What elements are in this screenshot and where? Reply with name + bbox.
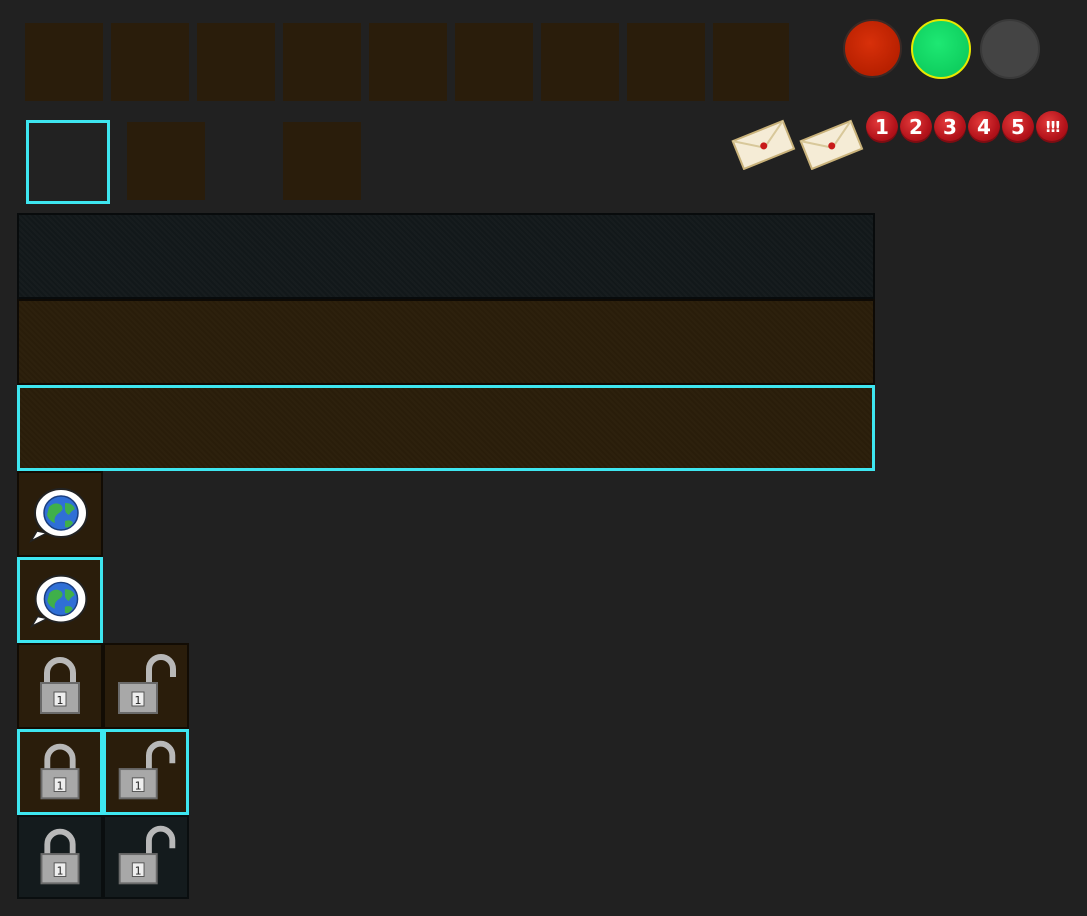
lock-cell-open-selected[interactable]: 1: [103, 729, 189, 815]
grey-light-icon[interactable]: [980, 19, 1040, 79]
svg-text:1: 1: [57, 865, 64, 878]
badge-1[interactable]: 1: [866, 111, 898, 143]
inventory-slot-5[interactable]: [369, 23, 447, 101]
lock-cell-closed-teal[interactable]: 1: [17, 815, 103, 899]
badge-urgent[interactable]: !!!: [1036, 111, 1068, 143]
badge-5[interactable]: 5: [1002, 111, 1034, 143]
lock-cell-closed[interactable]: 1: [17, 643, 103, 729]
lock-open-icon: 1: [118, 654, 176, 714]
badge-2[interactable]: 2: [900, 111, 932, 143]
red-light-icon[interactable]: [843, 19, 902, 78]
lock-cell-closed-selected[interactable]: 1: [17, 729, 103, 815]
badge-3[interactable]: 3: [934, 111, 966, 143]
badge-4[interactable]: 4: [968, 111, 1000, 143]
inventory-slot-1[interactable]: [25, 23, 103, 101]
svg-text:1: 1: [135, 865, 142, 878]
lock-cell-open[interactable]: 1: [103, 643, 189, 729]
green-light-icon[interactable]: [911, 19, 971, 79]
inventory-slot-2[interactable]: [111, 23, 189, 101]
priority-badges: 1 2 3 4 5 !!!: [866, 111, 1076, 145]
panel-brown-selected[interactable]: [17, 385, 875, 471]
inventory-slot-6[interactable]: [455, 23, 533, 101]
inventory-slot-9[interactable]: [713, 23, 789, 101]
svg-text:1: 1: [57, 694, 64, 707]
lock-closed-icon: 1: [40, 828, 80, 885]
panel-teal[interactable]: [17, 213, 875, 299]
chat-globe-icon: [29, 488, 88, 543]
lock-cell-open-teal[interactable]: 1: [103, 815, 189, 899]
lock-closed-icon: 1: [40, 657, 80, 714]
svg-text:1: 1: [57, 780, 64, 793]
chat-cell-selected[interactable]: [17, 557, 103, 643]
inventory-slot-11[interactable]: [283, 122, 361, 200]
mail-icon-1[interactable]: [730, 118, 796, 170]
inventory-slot-8[interactable]: [627, 23, 705, 101]
lock-closed-icon: 1: [40, 743, 80, 800]
inventory-slot-4[interactable]: [283, 23, 361, 101]
inventory-slot-3[interactable]: [197, 23, 275, 101]
lock-open-icon: 1: [118, 740, 176, 800]
chat-cell[interactable]: [17, 471, 103, 557]
inventory-slot-7[interactable]: [541, 23, 619, 101]
svg-text:1: 1: [135, 780, 142, 793]
lock-open-icon: 1: [118, 825, 176, 885]
svg-text:1: 1: [135, 694, 142, 707]
selected-slot[interactable]: [26, 120, 110, 204]
mail-icon-2[interactable]: [798, 118, 864, 170]
chat-globe-icon: [29, 574, 88, 629]
panel-brown[interactable]: [17, 299, 875, 385]
inventory-slot-10[interactable]: [127, 122, 205, 200]
